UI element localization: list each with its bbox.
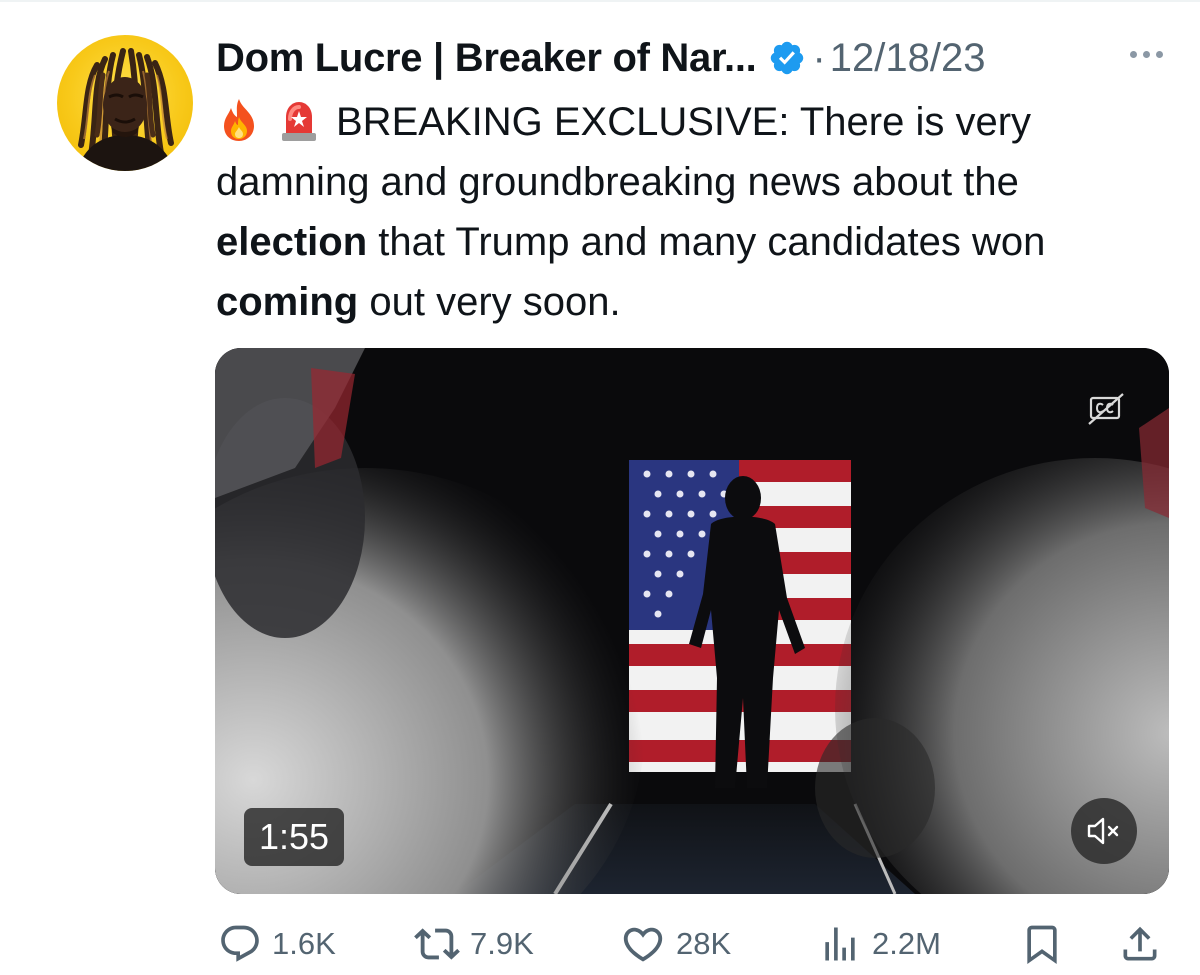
muted-speaker-icon: [1087, 817, 1119, 845]
reply-count: 1.6K: [272, 926, 336, 961]
author-avatar[interactable]: [57, 35, 193, 171]
tweet-text-part-2: that Trump and many candidates won: [367, 220, 1046, 264]
more-horizontal-icon-dot: [1155, 50, 1163, 58]
captions-button[interactable]: [1087, 392, 1127, 426]
tweet-text-part-1: BREAKING EXCLUSIVE: There is very damnin…: [216, 100, 1032, 204]
share-button[interactable]: [1118, 916, 1162, 972]
repost-count: 7.9K: [470, 926, 534, 961]
author-display-name[interactable]: Dom Lucre | Breaker of Nar...: [216, 36, 757, 81]
tweet-text-part-3: out very soon.: [358, 280, 621, 324]
fire-emoji-icon: [216, 97, 262, 143]
video-frame: [215, 348, 1169, 894]
like-button[interactable]: 28K: [620, 916, 731, 972]
siren-emoji-icon: [276, 97, 322, 143]
views-button[interactable]: 2.2M: [818, 916, 941, 972]
captions-off-icon: [1088, 393, 1124, 425]
more-horizontal-icon-dot: [1142, 50, 1150, 58]
header-separator: ·: [812, 35, 826, 80]
video-duration-badge: 1:55: [244, 808, 345, 866]
more-horizontal-icon-dot: [1129, 50, 1137, 58]
bookmark-button[interactable]: [1020, 916, 1064, 972]
reply-button[interactable]: 1.6K: [218, 916, 336, 972]
avatar-photo: [77, 48, 175, 171]
tweet-header: Dom Lucre | Breaker of Nar... · 12/18/23: [216, 30, 986, 86]
tweet-text: BREAKING EXCLUSIVE: There is very damnin…: [216, 92, 1166, 332]
verified-badge-icon[interactable]: [768, 39, 806, 77]
bookmark-icon: [1027, 925, 1057, 965]
more-options-button[interactable]: [1122, 38, 1170, 70]
reply-icon: [221, 925, 259, 962]
tweet-text-bold-1: election: [216, 220, 368, 264]
repost-button[interactable]: 7.9K: [414, 916, 534, 972]
tweet-date[interactable]: 12/18/23: [830, 36, 986, 81]
video-player[interactable]: 1:55: [215, 348, 1169, 894]
heart-icon: [623, 927, 663, 962]
views-count: 2.2M: [872, 926, 941, 961]
unmute-button[interactable]: [1071, 798, 1137, 864]
tweet-text-bold-2: coming: [216, 280, 359, 324]
tweet-action-bar: 1.6K 7.9K 28K 2.2M: [0, 916, 1200, 972]
share-icon: [1123, 926, 1157, 961]
like-count: 28K: [676, 926, 732, 961]
repost-icon: [414, 928, 460, 960]
views-chart-icon: [825, 927, 855, 961]
top-divider: [0, 0, 1200, 2]
